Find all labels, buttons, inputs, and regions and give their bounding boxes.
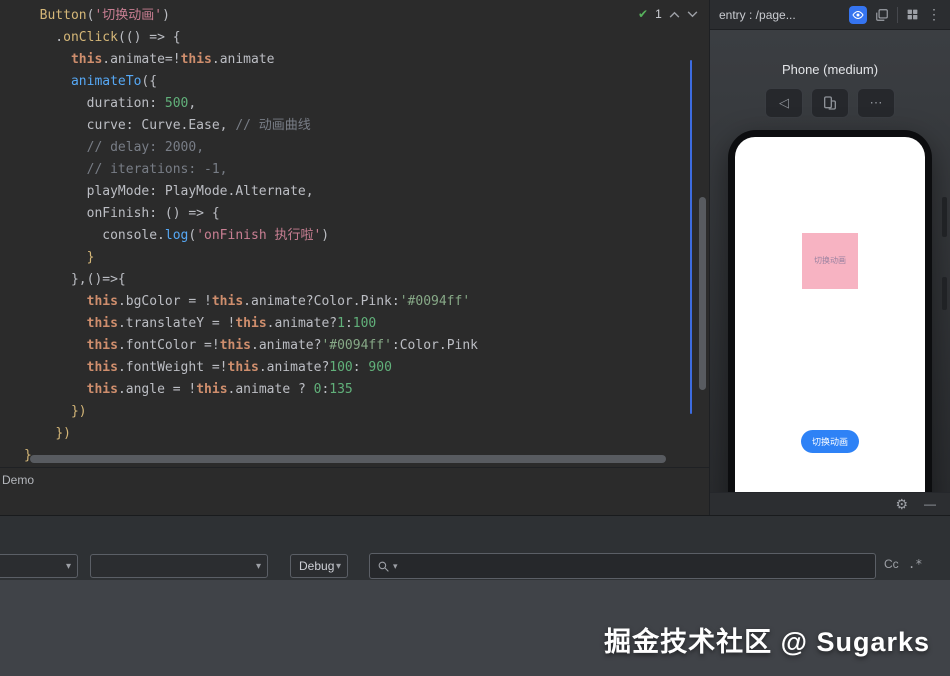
editor-horizontal-scrollbar[interactable] [30, 455, 666, 463]
settings-gear-icon[interactable]: ⚙ [895, 496, 908, 513]
rotate-device-button[interactable] [811, 88, 849, 118]
eye-icon [852, 10, 864, 19]
previewer-page-title: entry : /page... [719, 7, 796, 22]
watermark: 掘金技术社区 @ Sugarks [604, 627, 930, 657]
layers-icon[interactable] [875, 8, 889, 22]
module-dropdown[interactable]: ▾ [90, 554, 268, 578]
grid-view-icon[interactable] [906, 8, 919, 21]
code-line[interactable]: } [0, 247, 478, 269]
preview-toolbar: ◁ ⋯ [710, 88, 950, 118]
code-line[interactable]: }) [0, 423, 478, 445]
search-input[interactable] [400, 553, 875, 579]
code-line[interactable]: this.translateY = !this.animate?1:100 [0, 313, 478, 335]
search-icon [377, 560, 390, 573]
code-line[interactable]: }) [0, 401, 478, 423]
editor-vertical-scrollbar[interactable] [699, 197, 706, 390]
code-editor[interactable]: Button('切换动画') .onClick(() => { this.ani… [0, 0, 710, 515]
square-label: 切换动画 [814, 256, 846, 265]
debug-toolbar: ▾ ▾ Debug ▾ ▾ Cc .* [0, 515, 950, 580]
code-line[interactable]: this.fontWeight =!this.animate?100: 900 [0, 357, 478, 379]
device-label: Phone (medium) [781, 62, 879, 77]
animated-square: 切换动画 [802, 233, 858, 289]
tab-demo[interactable]: Demo [0, 473, 40, 487]
code-area[interactable]: Button('切换动画') .onClick(() => { this.ani… [0, 5, 478, 467]
search-history-chevron-icon[interactable]: ▾ [393, 561, 398, 572]
preview-scroll-mark [942, 197, 947, 237]
code-line[interactable]: .onClick(() => { [0, 27, 478, 49]
back-button[interactable]: ◁ [765, 88, 803, 118]
device-screen[interactable]: 切换动画 切换动画 [735, 137, 925, 492]
previewer-panel: entry : /page... ⋮ Phone (medium) ◁ ⋯ 切换… [710, 0, 950, 515]
code-line[interactable]: onFinish: () => { [0, 203, 478, 225]
more-options-button[interactable]: ⋯ [857, 88, 895, 118]
chevron-down-icon: ▾ [65, 560, 71, 572]
preview-scroll-mark [942, 277, 947, 310]
regex-toggle[interactable]: .* [908, 557, 922, 571]
ide-window: Button('切换动画') .onClick(() => { this.ani… [0, 0, 950, 676]
code-line[interactable]: this.bgColor = !this.animate?Color.Pink:… [0, 291, 478, 313]
code-line[interactable]: animateTo({ [0, 71, 478, 93]
code-line[interactable]: // iterations: -1, [0, 159, 478, 181]
code-line[interactable]: this.fontColor =!this.animate?'#0094ff':… [0, 335, 478, 357]
code-line[interactable]: // delay: 2000, [0, 137, 478, 159]
previewer-header: entry : /page... ⋮ [710, 0, 950, 30]
rotate-icon [824, 96, 836, 110]
chevron-down-icon: ▾ [255, 560, 261, 572]
console-area: 掘金技术社区 @ Sugarks [0, 580, 950, 676]
preview-canvas: Phone (medium) ◁ ⋯ 切换动画 切换动画 [710, 30, 950, 492]
code-line[interactable]: },()=>{ [0, 269, 478, 291]
search-field-container: ▾ [369, 553, 876, 579]
code-line[interactable]: duration: 500, [0, 93, 478, 115]
code-line[interactable]: this.angle = !this.animate ? 0:135 [0, 379, 478, 401]
code-line[interactable]: playMode: PlayMode.Alternate, [0, 181, 478, 203]
inspection-count: 1 [655, 7, 662, 21]
device-frame: 切换动画 切换动画 [728, 130, 932, 492]
debug-mode-dropdown[interactable]: Debug ▾ [290, 554, 348, 578]
code-line[interactable]: curve: Curve.Ease, // 动画曲线 [0, 115, 478, 137]
inspections-widget[interactable]: ✔ 1 [638, 7, 698, 21]
change-marker-stripe [690, 60, 692, 414]
next-issue-chevron-icon[interactable] [687, 10, 698, 18]
code-line[interactable]: console.log('onFinish 执行啦') [0, 225, 478, 247]
left-dropdown[interactable]: ▾ [0, 554, 78, 578]
minimize-icon[interactable]: — [924, 498, 936, 510]
back-triangle-icon: ◁ [779, 95, 789, 110]
match-case-toggle[interactable]: Cc [884, 557, 899, 571]
tool-window-bar: Demo [0, 467, 709, 491]
prev-issue-chevron-icon[interactable] [669, 11, 680, 18]
chevron-down-icon: ▾ [335, 560, 341, 572]
debug-dropdown-label: Debug [299, 559, 335, 573]
header-separator [897, 6, 898, 23]
code-line[interactable]: Button('切换动画') [0, 5, 478, 27]
more-menu-icon[interactable]: ⋮ [927, 6, 941, 23]
previewer-footer: ⚙ — [710, 492, 950, 515]
ellipsis-icon: ⋯ [869, 95, 883, 110]
toggle-animation-button[interactable]: 切换动画 [801, 430, 859, 453]
inspect-toggle[interactable] [849, 5, 867, 24]
code-line[interactable]: this.animate=!this.animate [0, 49, 478, 71]
inspection-check-icon[interactable]: ✔ [638, 7, 648, 21]
